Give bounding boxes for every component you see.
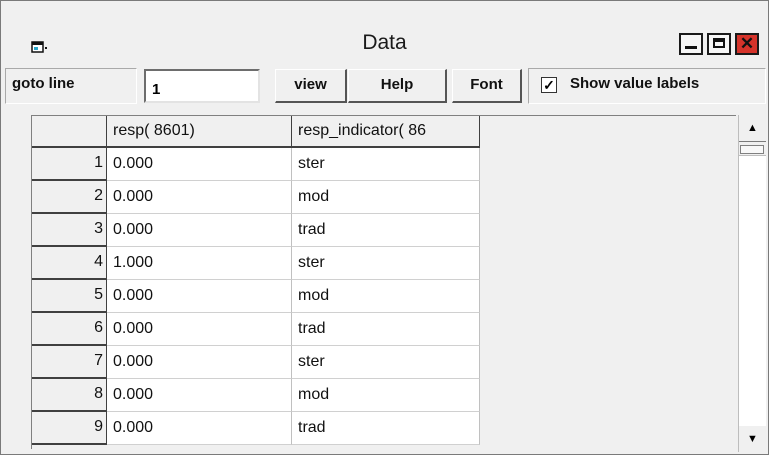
minimize-icon: [685, 46, 697, 49]
row-number[interactable]: 5: [32, 280, 107, 313]
data-grid[interactable]: resp( 8601) resp_indicator( 86 1 0.000 ste…: [31, 115, 736, 449]
window-title: Data: [362, 31, 407, 54]
table-row[interactable]: 6 0.000 trad: [32, 313, 480, 346]
title-bar[interactable]: Data ✕: [1, 1, 768, 65]
column-header-resp[interactable]: resp( 8601): [107, 116, 292, 148]
cell-resp-indicator[interactable]: trad: [292, 412, 480, 445]
help-button-label: Help: [380, 76, 414, 93]
data-window: Data ✕ goto line view Help Font ✓ Show v…: [0, 0, 769, 455]
table-row[interactable]: 5 0.000 mod: [32, 280, 480, 313]
cell-resp[interactable]: 1.000: [107, 247, 292, 280]
cell-resp-indicator[interactable]: mod: [292, 379, 480, 412]
help-button[interactable]: Help: [348, 69, 447, 103]
table-row[interactable]: 8 0.000 mod: [32, 379, 480, 412]
row-number[interactable]: 1: [32, 148, 107, 181]
minimize-button[interactable]: [679, 33, 703, 55]
cell-resp[interactable]: 0.000: [107, 346, 292, 379]
grid-corner-header[interactable]: [32, 116, 107, 148]
row-number[interactable]: 9: [32, 412, 107, 445]
scroll-up-icon[interactable]: ▲: [739, 115, 766, 142]
row-number[interactable]: 2: [32, 181, 107, 214]
row-number[interactable]: 4: [32, 247, 107, 280]
view-button[interactable]: view: [275, 69, 347, 103]
cell-resp[interactable]: 0.000: [107, 379, 292, 412]
cell-resp-indicator[interactable]: ster: [292, 346, 480, 379]
cell-resp[interactable]: 0.000: [107, 412, 292, 445]
table-row[interactable]: 2 0.000 mod: [32, 181, 480, 214]
cell-resp-indicator[interactable]: ster: [292, 247, 480, 280]
cell-resp[interactable]: 0.000: [107, 313, 292, 346]
scroll-track[interactable]: [739, 155, 766, 426]
table-row[interactable]: 9 0.000 trad: [32, 412, 480, 445]
font-button[interactable]: Font: [452, 69, 522, 103]
show-value-labels-toggle[interactable]: ✓ Show value labels: [528, 68, 766, 104]
row-number[interactable]: 8: [32, 379, 107, 412]
vertical-scrollbar[interactable]: ▲ ▼: [738, 115, 766, 452]
show-value-labels-checkbox[interactable]: ✓: [541, 77, 557, 93]
cell-resp-indicator[interactable]: mod: [292, 280, 480, 313]
maximize-icon: [713, 38, 725, 48]
maximize-button[interactable]: [707, 33, 731, 55]
cell-resp-indicator[interactable]: trad: [292, 214, 480, 247]
row-number[interactable]: 7: [32, 346, 107, 379]
close-button[interactable]: ✕: [735, 33, 759, 55]
goto-line-label: goto line: [5, 68, 137, 104]
close-icon: ✕: [739, 34, 755, 53]
cell-resp[interactable]: 0.000: [107, 214, 292, 247]
table-row[interactable]: 3 0.000 trad: [32, 214, 480, 247]
table-row[interactable]: 7 0.000 ster: [32, 346, 480, 379]
cell-resp-indicator[interactable]: ster: [292, 148, 480, 181]
cell-resp-indicator[interactable]: mod: [292, 181, 480, 214]
scroll-thumb[interactable]: [740, 145, 764, 154]
row-number[interactable]: 3: [32, 214, 107, 247]
goto-line-input[interactable]: [144, 69, 260, 103]
column-header-resp-indicator[interactable]: resp_indicator( 86: [292, 116, 480, 148]
table-row[interactable]: 1 0.000 ster: [32, 148, 480, 181]
cell-resp-indicator[interactable]: trad: [292, 313, 480, 346]
row-number[interactable]: 6: [32, 313, 107, 346]
show-value-labels-label: Show value labels: [570, 75, 700, 92]
table-row[interactable]: 4 1.000 ster: [32, 247, 480, 280]
cell-resp[interactable]: 0.000: [107, 148, 292, 181]
scroll-down-icon[interactable]: ▼: [739, 426, 766, 452]
cell-resp[interactable]: 0.000: [107, 280, 292, 313]
cell-resp[interactable]: 0.000: [107, 181, 292, 214]
